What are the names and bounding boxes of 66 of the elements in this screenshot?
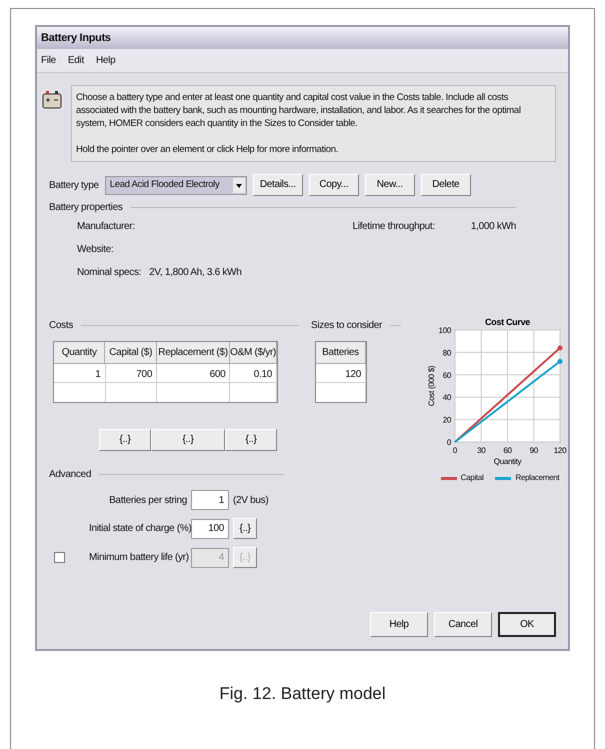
column-header: Replacement ($) <box>156 342 230 364</box>
table-cell[interactable]: 600 <box>157 364 230 383</box>
table-cell[interactable]: 700 <box>106 364 158 383</box>
property-value: 1,000 kWh <box>470 220 516 234</box>
table-cell[interactable]: 0.10 <box>230 364 278 383</box>
type-button[interactable]: Details... <box>252 174 303 196</box>
type-button[interactable]: New... <box>364 174 415 196</box>
edit-button[interactable]: {..} <box>151 429 225 451</box>
battery-type-dropdown[interactable]: Lead Acid Flooded Electroly <box>104 176 247 194</box>
legend-swatch <box>495 476 512 480</box>
tick-label: 0 <box>446 438 451 447</box>
tick-label: 30 <box>477 446 486 455</box>
menu-item[interactable]: Edit <box>68 53 84 68</box>
axis-label: Cost (000 $) <box>427 366 436 406</box>
property-label: Lifetime throughput: <box>352 220 435 234</box>
tick-label: 20 <box>442 416 451 425</box>
menu-item[interactable]: Help <box>96 53 116 68</box>
tick-label: 80 <box>442 348 451 358</box>
tick-label: 120 <box>554 446 566 455</box>
table-cell[interactable]: 1 <box>54 364 106 383</box>
edit-button[interactable]: {..} <box>99 429 151 451</box>
caret-icon <box>232 178 245 192</box>
battery-icon <box>41 89 63 111</box>
unit-label: (2V bus) <box>233 494 268 508</box>
window-title: Battery Inputs <box>41 30 111 46</box>
edit-button[interactable]: {..} <box>233 518 257 539</box>
property-label: Website: <box>77 243 114 257</box>
property-label: Nominal specs: <box>77 266 142 280</box>
tick-label: 40 <box>442 393 451 402</box>
dialog-button[interactable]: OK <box>498 612 556 637</box>
legend-swatch <box>440 476 457 480</box>
property-value: 2V, 1,800 Ah, 3.6 kWh <box>149 266 242 280</box>
dialog-button[interactable]: Help <box>370 612 428 637</box>
number-field[interactable]: 1 <box>191 490 229 510</box>
tick-label: 90 <box>530 446 538 455</box>
column-header: Capital ($) <box>105 342 157 364</box>
legend-label: Capital <box>460 472 484 484</box>
number-field[interactable]: 100 <box>191 518 229 538</box>
tick-label: 0 <box>452 446 458 455</box>
column-header: Batteries <box>316 342 366 364</box>
figure-caption: Fig. 12. Battery model <box>218 683 387 705</box>
type-button[interactable]: Delete <box>420 174 471 196</box>
legend-label: Replacement <box>515 472 560 484</box>
section-title: Sizes to consider <box>311 319 382 333</box>
info-text: Choose a battery type and enter at least one quantity and capital cost value in the Costs table. Include all costs associated with the battery bank, such as mounting hardware, installation, and labor. As it searches for the optimal system, HOMER considers each quantity in the Sizes to Consider table. <box>76 91 522 130</box>
chart-title: Cost Curve <box>485 317 530 327</box>
field-label: Minimum battery life (yr) <box>88 551 187 565</box>
property-label: Manufacturer: <box>77 220 135 234</box>
field-label: Batteries per string <box>108 494 187 508</box>
info-text: Hold the pointer over an element or click Help for more information. <box>76 143 340 156</box>
dialog-button[interactable]: Cancel <box>434 612 492 637</box>
tick-label: 60 <box>442 370 451 380</box>
checkbox[interactable] <box>54 552 65 563</box>
field-label: Battery type <box>49 178 99 192</box>
section-title: Advanced <box>49 468 92 482</box>
menu-item[interactable]: File <box>41 53 56 68</box>
axis-label: Quantity <box>494 457 522 466</box>
tick-label: 100 <box>438 326 451 335</box>
type-button[interactable]: Copy... <box>308 174 359 196</box>
section-title: Costs <box>49 319 74 333</box>
section-title: Battery properties <box>49 201 123 215</box>
column-header: Quantity <box>54 342 106 364</box>
tick-label: 60 <box>503 446 512 455</box>
column-header: O&M ($/yr) <box>230 342 278 364</box>
table-cell[interactable]: 120 <box>316 364 366 383</box>
edit-button[interactable]: {..} <box>225 429 277 451</box>
